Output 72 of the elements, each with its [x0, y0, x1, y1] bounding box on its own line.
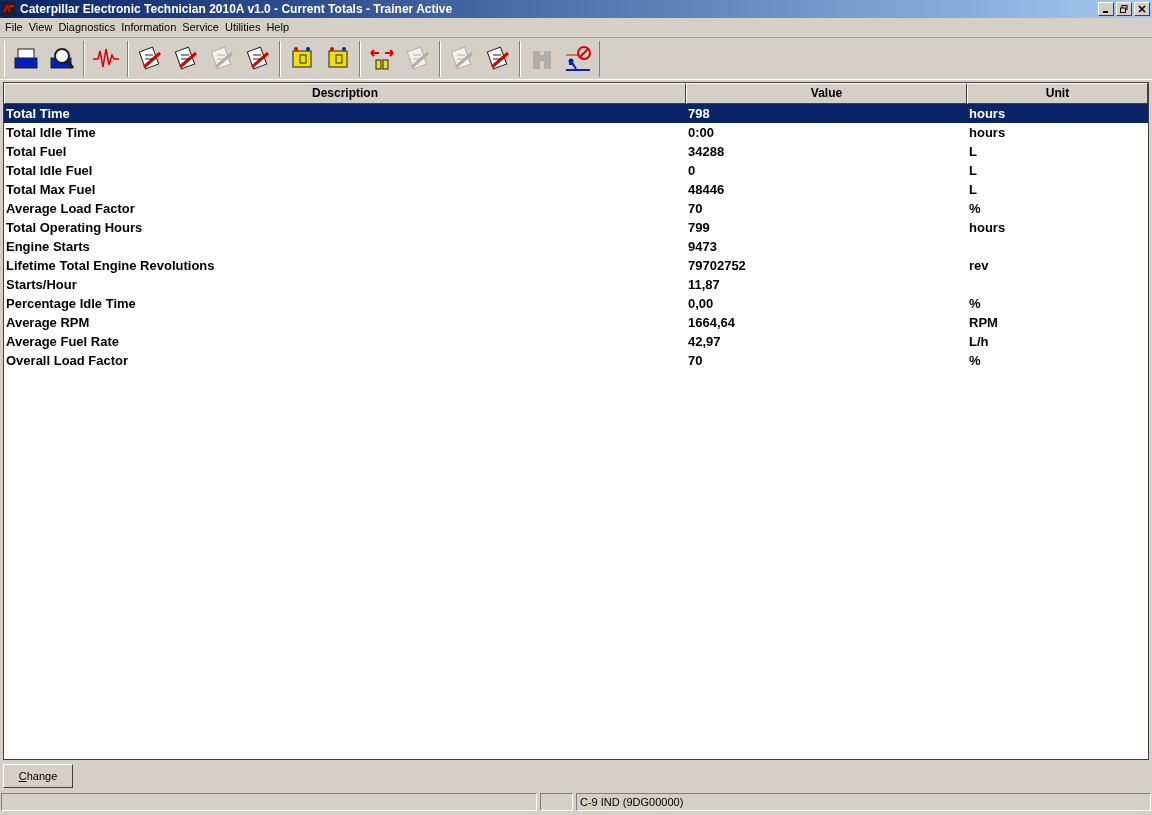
table-cell: Total Time: [6, 105, 70, 121]
table-row[interactable]: Total Time 798 hours: [4, 104, 1148, 123]
table-cell: 9473: [688, 238, 717, 254]
table-row[interactable]: Percentage Idle Time 0,00 %: [4, 294, 1148, 313]
table-row[interactable]: Total Operating Hours 799 hours: [4, 218, 1148, 237]
table-cell: Total Idle Fuel: [6, 162, 93, 178]
table-cell: L: [969, 162, 977, 178]
menu-item[interactable]: View: [25, 19, 56, 36]
table-cell: Average Load Factor: [6, 200, 135, 216]
table-cell: Total Fuel: [6, 143, 67, 159]
window-title: Caterpillar Electronic Technician 2010A v1.0 - Current Totals - Trainer Active: [20, 1, 453, 18]
app-logo-icon: [2, 2, 16, 16]
restore-icon[interactable]: [1116, 2, 1132, 16]
table-row[interactable]: Engine Starts 9473: [4, 237, 1148, 256]
column-header[interactable]: Value: [686, 83, 967, 104]
table-cell: %: [969, 200, 981, 216]
table-cell: Total Operating Hours: [6, 219, 143, 235]
table-cell: 799: [688, 219, 710, 235]
column-header[interactable]: Unit: [967, 83, 1148, 104]
table-cell: %: [969, 295, 981, 311]
table-cell: 0:00: [688, 124, 715, 140]
table-cell: L/h: [969, 333, 989, 349]
table-row[interactable]: Total Idle Time 0:00 hours: [4, 123, 1148, 142]
table-cell: hours: [969, 219, 1006, 235]
table-cell: L: [969, 181, 977, 197]
table-row[interactable]: Average RPM 1664,64 RPM: [4, 313, 1148, 332]
table-cell: 70: [688, 352, 703, 368]
table-row[interactable]: Total Idle Fuel 0 L: [4, 161, 1148, 180]
table-cell: hours: [969, 124, 1006, 140]
change-button[interactable]: Change: [3, 764, 73, 788]
table-cell: Engine Starts: [6, 238, 90, 254]
table-cell: Average RPM: [6, 314, 90, 330]
menu-item[interactable]: Information: [118, 19, 180, 36]
table-cell: RPM: [969, 314, 998, 330]
table-cell: rev: [969, 257, 989, 273]
menu-item[interactable]: Service: [179, 19, 222, 36]
table-row[interactable]: Total Max Fuel 48446 L: [4, 180, 1148, 199]
menu-item[interactable]: Utilities: [221, 19, 264, 36]
table-cell: 70: [688, 200, 703, 216]
close-icon[interactable]: [1134, 2, 1150, 16]
minimize-icon[interactable]: [1098, 2, 1114, 16]
table-row[interactable]: Total Fuel 34288 L: [4, 142, 1148, 161]
table-row[interactable]: Average Load Factor 70 %: [4, 199, 1148, 218]
table-cell: 42,97: [688, 333, 721, 349]
table-cell: 1664,64: [688, 314, 735, 330]
table-cell: 11,87: [688, 276, 720, 292]
table-cell: 34288: [688, 143, 725, 159]
table-row[interactable]: Overall Load Factor 70 %: [4, 351, 1148, 370]
table-cell: Lifetime Total Engine Revolutions: [6, 257, 215, 273]
table-cell: Overall Load Factor: [6, 352, 129, 368]
menu-item[interactable]: File: [2, 19, 26, 36]
table-cell: Percentage Idle Time: [6, 295, 136, 311]
table-cell: 48446: [688, 181, 725, 197]
status-pane: [540, 793, 573, 811]
table-cell: %: [969, 352, 981, 368]
table-cell: 0,00: [688, 295, 714, 311]
table-cell: hours: [969, 105, 1006, 121]
table-cell: Starts/Hour: [6, 276, 77, 292]
table-cell: 79702752: [688, 257, 746, 273]
table-cell: Average Fuel Rate: [6, 333, 119, 349]
status-pane: C-9 IND (9DG00000): [576, 793, 1151, 811]
menu-item[interactable]: Help: [263, 19, 293, 36]
menu-item[interactable]: Diagnostics: [55, 19, 119, 36]
table-cell: L: [969, 143, 977, 159]
table-row[interactable]: Starts/Hour 11,87: [4, 275, 1148, 294]
column-header[interactable]: Description: [4, 83, 686, 104]
table-cell: 0: [688, 162, 696, 178]
table-row[interactable]: Lifetime Total Engine Revolutions 79702752 rev: [4, 256, 1148, 275]
table-cell: Total Idle Time: [6, 124, 96, 140]
table-cell: Total Max Fuel: [6, 181, 96, 197]
table-row[interactable]: Average Fuel Rate 42,97 L/h: [4, 332, 1148, 351]
table-cell: 798: [688, 105, 710, 121]
